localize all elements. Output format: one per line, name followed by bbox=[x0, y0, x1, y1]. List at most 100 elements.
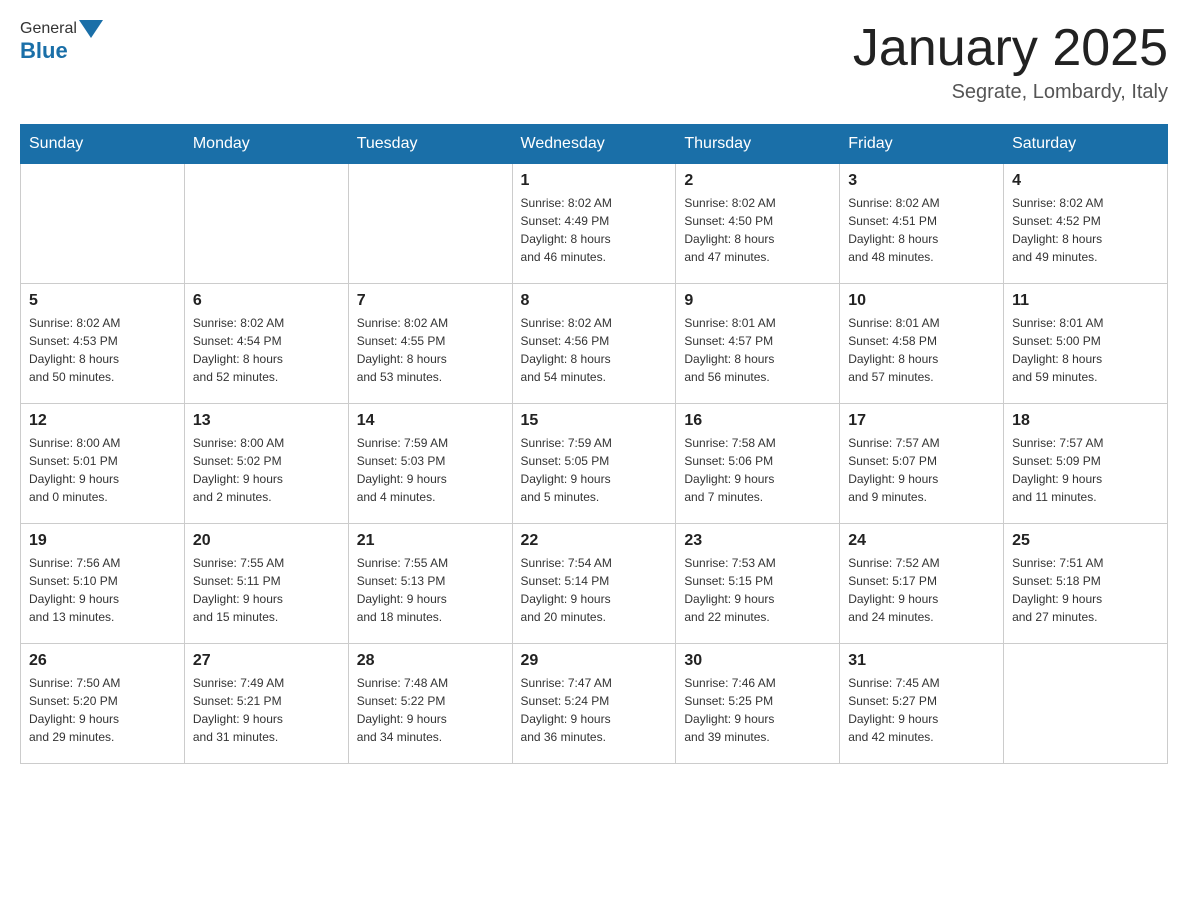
day-info: Sunrise: 7:58 AM Sunset: 5:06 PM Dayligh… bbox=[684, 434, 831, 506]
day-number: 22 bbox=[521, 532, 668, 550]
day-number: 30 bbox=[684, 652, 831, 670]
day-number: 23 bbox=[684, 532, 831, 550]
calendar-cell: 30Sunrise: 7:46 AM Sunset: 5:25 PM Dayli… bbox=[676, 644, 840, 764]
day-number: 25 bbox=[1012, 532, 1159, 550]
calendar-cell: 27Sunrise: 7:49 AM Sunset: 5:21 PM Dayli… bbox=[184, 644, 348, 764]
day-number: 24 bbox=[848, 532, 995, 550]
calendar-cell: 14 Sunrise: 7:59 AM Sunset: 5:03 PM Dayli… bbox=[348, 404, 512, 524]
day-number: 13 bbox=[193, 412, 340, 430]
title-section: January 2025 Segrate, Lombardy, Italy bbox=[853, 20, 1168, 104]
calendar-cell: 24 Sunrise: 7:52 AM Sunset: 5:17 PM Dayli… bbox=[840, 524, 1004, 644]
day-info: Sunrise: 8:02 AM Sunset: 4:52 PM Dayligh… bbox=[1012, 194, 1159, 266]
day-number: 14 bbox=[357, 412, 504, 430]
day-info: Sunrise: 8:02 AM Sunset: 4:49 PM Dayligh… bbox=[521, 194, 668, 266]
day-number: 5 bbox=[29, 292, 176, 310]
calendar-cell bbox=[348, 164, 512, 284]
day-info: Sunrise: 7:52 AM Sunset: 5:17 PM Dayligh… bbox=[848, 554, 995, 626]
weekday-header-wednesday: Wednesday bbox=[512, 125, 676, 164]
day-number: 3 bbox=[848, 172, 995, 190]
day-number: 28 bbox=[357, 652, 504, 670]
calendar-cell: 23 Sunrise: 7:53 AM Sunset: 5:15 PM Dayli… bbox=[676, 524, 840, 644]
calendar-cell: 29Sunrise: 7:47 AM Sunset: 5:24 PM Dayli… bbox=[512, 644, 676, 764]
day-number: 16 bbox=[684, 412, 831, 430]
weekday-header-friday: Friday bbox=[840, 125, 1004, 164]
day-number: 17 bbox=[848, 412, 995, 430]
day-info: Sunrise: 8:02 AM Sunset: 4:56 PM Dayligh… bbox=[521, 314, 668, 386]
day-number: 10 bbox=[848, 292, 995, 310]
calendar-cell: 25 Sunrise: 7:51 AM Sunset: 5:18 PM Dayli… bbox=[1004, 524, 1168, 644]
day-info: Sunrise: 7:51 AM Sunset: 5:18 PM Dayligh… bbox=[1012, 554, 1159, 626]
day-info: Sunrise: 8:01 AM Sunset: 5:00 PM Dayligh… bbox=[1012, 314, 1159, 386]
day-number: 21 bbox=[357, 532, 504, 550]
day-number: 19 bbox=[29, 532, 176, 550]
day-info: Sunrise: 7:57 AM Sunset: 5:07 PM Dayligh… bbox=[848, 434, 995, 506]
logo-triangle-icon bbox=[79, 20, 103, 38]
calendar-week-row: 5 Sunrise: 8:02 AM Sunset: 4:53 PM Daylig… bbox=[21, 284, 1168, 404]
weekday-header-thursday: Thursday bbox=[676, 125, 840, 164]
calendar-cell: 15Sunrise: 7:59 AM Sunset: 5:05 PM Dayli… bbox=[512, 404, 676, 524]
day-info: Sunrise: 8:00 AM Sunset: 5:02 PM Dayligh… bbox=[193, 434, 340, 506]
logo-blue-text: Blue bbox=[20, 38, 68, 64]
calendar-cell: 12 Sunrise: 8:00 AM Sunset: 5:01 PM Dayli… bbox=[21, 404, 185, 524]
day-number: 18 bbox=[1012, 412, 1159, 430]
day-number: 11 bbox=[1012, 292, 1159, 310]
day-info: Sunrise: 8:01 AM Sunset: 4:58 PM Dayligh… bbox=[848, 314, 995, 386]
calendar-cell bbox=[21, 164, 185, 284]
calendar-cell: 3Sunrise: 8:02 AM Sunset: 4:51 PM Daylig… bbox=[840, 164, 1004, 284]
month-title: January 2025 bbox=[853, 20, 1168, 77]
calendar-week-row: 19 Sunrise: 7:56 AM Sunset: 5:10 PM Dayli… bbox=[21, 524, 1168, 644]
calendar-cell bbox=[184, 164, 348, 284]
calendar-week-row: 12 Sunrise: 8:00 AM Sunset: 5:01 PM Dayli… bbox=[21, 404, 1168, 524]
calendar-cell: 22 Sunrise: 7:54 AM Sunset: 5:14 PM Dayli… bbox=[512, 524, 676, 644]
weekday-header-saturday: Saturday bbox=[1004, 125, 1168, 164]
calendar-table: SundayMondayTuesdayWednesdayThursdayFrid… bbox=[20, 124, 1168, 764]
calendar-cell: 7Sunrise: 8:02 AM Sunset: 4:55 PM Daylig… bbox=[348, 284, 512, 404]
day-info: Sunrise: 7:55 AM Sunset: 5:13 PM Dayligh… bbox=[357, 554, 504, 626]
day-number: 12 bbox=[29, 412, 176, 430]
weekday-header-row: SundayMondayTuesdayWednesdayThursdayFrid… bbox=[21, 125, 1168, 164]
calendar-cell: 26 Sunrise: 7:50 AM Sunset: 5:20 PM Dayli… bbox=[21, 644, 185, 764]
calendar-cell: 31 Sunrise: 7:45 AM Sunset: 5:27 PM Dayli… bbox=[840, 644, 1004, 764]
day-info: Sunrise: 7:50 AM Sunset: 5:20 PM Dayligh… bbox=[29, 674, 176, 746]
day-number: 31 bbox=[848, 652, 995, 670]
calendar-cell: 10 Sunrise: 8:01 AM Sunset: 4:58 PM Dayli… bbox=[840, 284, 1004, 404]
location-subtitle: Segrate, Lombardy, Italy bbox=[853, 81, 1168, 104]
logo: General Blue bbox=[20, 20, 105, 64]
calendar-cell: 2Sunrise: 8:02 AM Sunset: 4:50 PM Daylig… bbox=[676, 164, 840, 284]
day-number: 8 bbox=[521, 292, 668, 310]
calendar-cell bbox=[1004, 644, 1168, 764]
calendar-cell: 4Sunrise: 8:02 AM Sunset: 4:52 PM Daylig… bbox=[1004, 164, 1168, 284]
calendar-cell: 6Sunrise: 8:02 AM Sunset: 4:54 PM Daylig… bbox=[184, 284, 348, 404]
day-info: Sunrise: 7:59 AM Sunset: 5:05 PM Dayligh… bbox=[521, 434, 668, 506]
calendar-cell: 28 Sunrise: 7:48 AM Sunset: 5:22 PM Dayli… bbox=[348, 644, 512, 764]
day-info: Sunrise: 7:48 AM Sunset: 5:22 PM Dayligh… bbox=[357, 674, 504, 746]
day-info: Sunrise: 8:02 AM Sunset: 4:53 PM Dayligh… bbox=[29, 314, 176, 386]
day-info: Sunrise: 8:02 AM Sunset: 4:54 PM Dayligh… bbox=[193, 314, 340, 386]
day-info: Sunrise: 7:45 AM Sunset: 5:27 PM Dayligh… bbox=[848, 674, 995, 746]
day-number: 27 bbox=[193, 652, 340, 670]
day-number: 1 bbox=[521, 172, 668, 190]
day-number: 26 bbox=[29, 652, 176, 670]
calendar-cell: 16 Sunrise: 7:58 AM Sunset: 5:06 PM Dayli… bbox=[676, 404, 840, 524]
calendar-cell: 17 Sunrise: 7:57 AM Sunset: 5:07 PM Dayli… bbox=[840, 404, 1004, 524]
calendar-cell: 20 Sunrise: 7:55 AM Sunset: 5:11 PM Dayli… bbox=[184, 524, 348, 644]
calendar-cell: 9Sunrise: 8:01 AM Sunset: 4:57 PM Daylig… bbox=[676, 284, 840, 404]
calendar-cell: 18Sunrise: 7:57 AM Sunset: 5:09 PM Dayli… bbox=[1004, 404, 1168, 524]
page-header: General Blue January 2025 Segrate, Lomba… bbox=[20, 20, 1168, 104]
calendar-cell: 8 Sunrise: 8:02 AM Sunset: 4:56 PM Daylig… bbox=[512, 284, 676, 404]
day-info: Sunrise: 7:54 AM Sunset: 5:14 PM Dayligh… bbox=[521, 554, 668, 626]
weekday-header-sunday: Sunday bbox=[21, 125, 185, 164]
weekday-header-monday: Monday bbox=[184, 125, 348, 164]
day-info: Sunrise: 7:59 AM Sunset: 5:03 PM Dayligh… bbox=[357, 434, 504, 506]
day-info: Sunrise: 7:55 AM Sunset: 5:11 PM Dayligh… bbox=[193, 554, 340, 626]
calendar-cell: 5 Sunrise: 8:02 AM Sunset: 4:53 PM Daylig… bbox=[21, 284, 185, 404]
logo-general-text: General bbox=[20, 20, 77, 38]
day-info: Sunrise: 7:56 AM Sunset: 5:10 PM Dayligh… bbox=[29, 554, 176, 626]
day-number: 20 bbox=[193, 532, 340, 550]
day-info: Sunrise: 8:01 AM Sunset: 4:57 PM Dayligh… bbox=[684, 314, 831, 386]
day-info: Sunrise: 7:53 AM Sunset: 5:15 PM Dayligh… bbox=[684, 554, 831, 626]
day-info: Sunrise: 8:02 AM Sunset: 4:50 PM Dayligh… bbox=[684, 194, 831, 266]
day-info: Sunrise: 8:00 AM Sunset: 5:01 PM Dayligh… bbox=[29, 434, 176, 506]
day-number: 7 bbox=[357, 292, 504, 310]
calendar-cell: 21 Sunrise: 7:55 AM Sunset: 5:13 PM Dayli… bbox=[348, 524, 512, 644]
